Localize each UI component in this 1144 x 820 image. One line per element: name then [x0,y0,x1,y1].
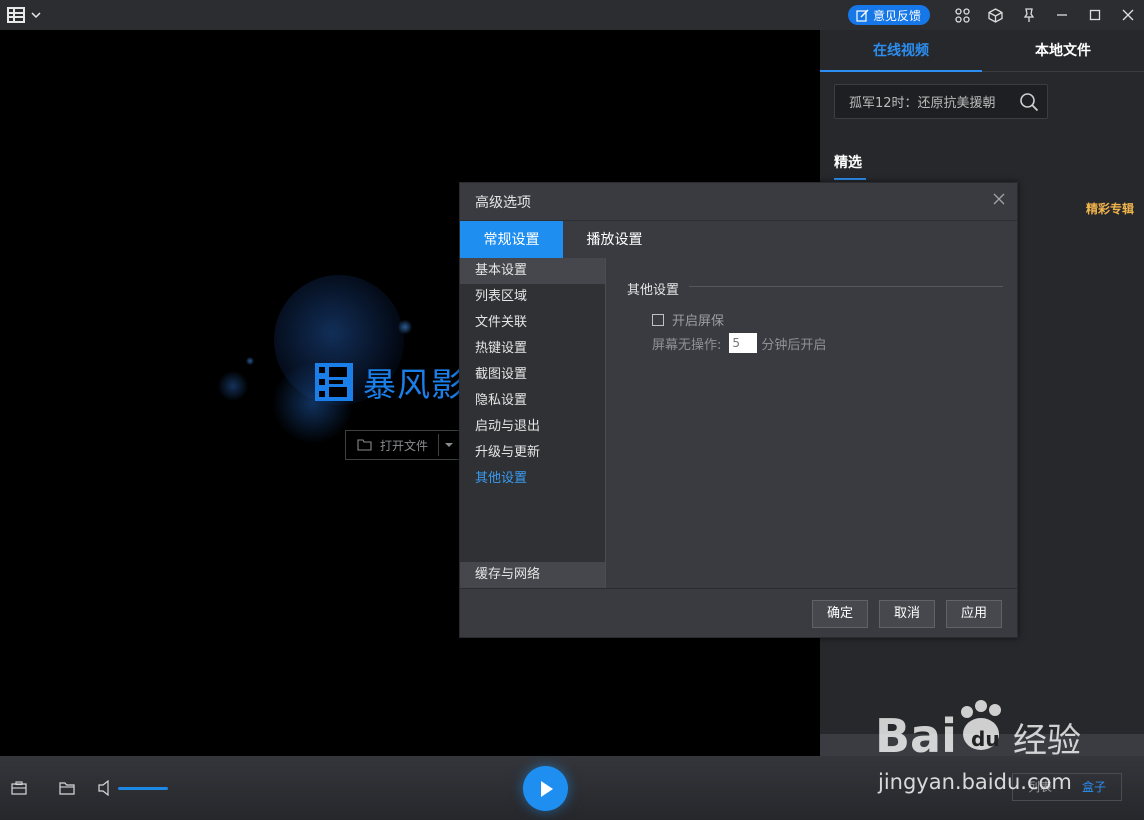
checkbox-box[interactable] [652,313,664,326]
app-menu-button[interactable] [7,7,43,23]
search-input[interactable]: 孤军12时：还原抗美援朝 [849,92,1009,111]
idle-label: 屏幕无操作: [652,337,722,353]
maximize-icon [1089,9,1100,21]
close-icon[interactable] [993,193,1005,205]
play-button[interactable] [523,766,568,811]
grid-icon [955,7,970,23]
dialog-footer: 确定 取消 应用 [460,588,1017,638]
open-folder-icon[interactable] [59,781,75,795]
sidebar-item-file-association[interactable]: 文件关联 [460,310,605,336]
app-logo-icon [7,7,25,23]
cancel-button[interactable]: 取消 [879,600,935,628]
tab-general-settings[interactable]: 常规设置 [460,221,563,259]
volume-icon[interactable] [98,780,112,796]
open-file-button[interactable]: 打开文件 [345,430,465,460]
svg-text:du: du [971,727,1000,751]
toggle-box[interactable]: 盒子 [1067,774,1121,800]
screensaver-label: 开启屏保 [672,314,725,329]
dialog-title: 高级选项 [475,195,531,211]
idle-suffix: 分钟后开启 [761,337,827,353]
feedback-label: 意见反馈 [872,8,921,23]
sidebar-item-list-area[interactable]: 列表区域 [460,284,605,310]
advanced-options-dialog: 高级选项 常规设置 播放设置 基本设置 列表区域 文件关联 热键设置 截图设置 … [459,182,1018,638]
sidebar-item-hotkeys[interactable]: 热键设置 [460,336,605,362]
minimize-button[interactable] [1045,0,1078,30]
caret-down-icon[interactable] [444,441,454,449]
edit-icon [856,9,869,22]
search-icon[interactable] [1019,92,1039,112]
chevron-down-icon [31,12,41,19]
cube-icon [988,7,1003,23]
storm-logo: 暴风影 [313,358,465,406]
screensaver-checkbox[interactable]: 开启屏保 [652,310,724,329]
play-icon [540,780,553,797]
box-button[interactable] [979,0,1012,30]
sidebar-item-privacy[interactable]: 隐私设置 [460,388,605,414]
ok-button[interactable]: 确定 [812,600,868,628]
sidebar-item-startup-exit[interactable]: 启动与退出 [460,414,605,440]
dialog-tabs: 常规设置 播放设置 [460,220,1017,259]
bokeh-decoration [398,320,412,334]
watermark-url: jingyan.baidu.com [878,770,1072,794]
svg-text:经验: 经验 [1013,721,1081,761]
tab-online-video[interactable]: 在线视频 [820,30,982,72]
special-collection-link[interactable]: 精彩专辑 [1086,200,1134,217]
settings-sidebar: 基本设置 列表区域 文件关联 热键设置 截图设置 隐私设置 启动与退出 升级与更… [460,258,606,588]
folder-icon [357,439,372,451]
apps-button[interactable] [946,0,979,30]
sidebar-item-upgrade[interactable]: 升级与更新 [460,440,605,466]
tab-playback-settings[interactable]: 播放设置 [563,221,666,259]
minimize-icon [1056,14,1067,16]
open-file-separator [438,434,440,456]
close-window-button[interactable] [1111,0,1144,30]
storm-logo-text: 暴风影 [363,365,465,404]
group-divider [689,286,1003,287]
idle-time-row: 屏幕无操作: 5 分钟后开启 [652,333,826,353]
tab-local-files[interactable]: 本地文件 [982,30,1144,71]
group-title: 其他设置 [627,283,680,298]
close-icon [1122,9,1133,21]
bokeh-decoration [218,371,248,401]
maximize-button[interactable] [1078,0,1111,30]
open-file-label: 打开文件 [380,438,429,453]
pin-button[interactable] [1012,0,1045,30]
pin-icon [1023,7,1034,22]
svg-text:Bai: Bai [875,709,957,763]
bokeh-decoration [246,357,254,365]
idle-minutes-input[interactable]: 5 [729,333,758,353]
sidebar-item-basic[interactable]: 基本设置 [460,258,605,284]
sidebar-item-cache-network[interactable]: 缓存与网络 [460,562,605,588]
feedback-button[interactable]: 意见反馈 [847,5,930,25]
settings-content: 其他设置 开启屏保 屏幕无操作: 5 分钟后开启 [606,258,1017,588]
sidebar-item-screenshot[interactable]: 截图设置 [460,362,605,388]
storm-logo-icon [315,363,353,401]
right-panel-tabs: 在线视频 本地文件 [820,30,1144,72]
sidebar-item-other[interactable]: 其他设置 [460,466,605,492]
apply-button[interactable]: 应用 [946,600,1002,628]
volume-slider[interactable] [118,787,168,790]
title-bar: 意见反馈 [0,0,1144,30]
baidu-watermark-logo: Bai du 经验 [875,700,1081,763]
section-underline [834,178,866,180]
section-title-featured[interactable]: 精选 [834,152,862,172]
toolbox-icon[interactable] [11,781,27,795]
search-box[interactable]: 孤军12时：还原抗美援朝 [834,84,1048,119]
